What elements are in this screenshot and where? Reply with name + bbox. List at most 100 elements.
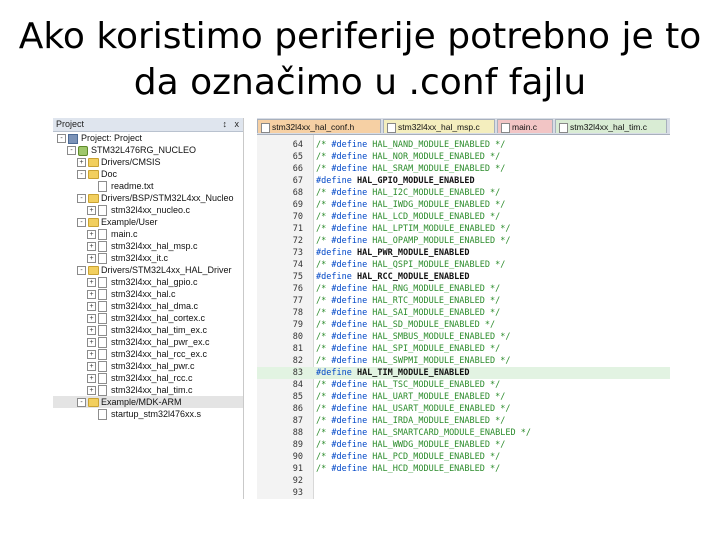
tree-item[interactable]: + main.c <box>53 228 243 240</box>
preprocessor-directive: #define <box>331 164 368 174</box>
tree-item[interactable]: + stm32l4xx_hal_tim_ex.c <box>53 324 243 336</box>
collapse-toggle[interactable]: - <box>77 398 86 407</box>
collapse-toggle[interactable]: - <box>77 266 86 275</box>
code-line[interactable]: 66 /* #define HAL_SRAM_MODULE_ENABLED */ <box>257 163 670 175</box>
collapse-toggle[interactable]: - <box>77 218 86 227</box>
tree-item[interactable]: + stm32l4xx_hal.c <box>53 288 243 300</box>
code-line[interactable]: 87 /* #define HAL_IRDA_MODULE_ENABLED */ <box>257 415 670 427</box>
expand-toggle[interactable]: + <box>87 362 96 371</box>
expand-toggle[interactable]: + <box>87 278 96 287</box>
tree-item[interactable]: + Drivers/CMSIS <box>53 156 243 168</box>
collapse-toggle[interactable]: - <box>77 170 86 179</box>
tree-item[interactable]: - Example/MDK-ARM <box>53 396 243 408</box>
tree-item[interactable]: + stm32l4xx_it.c <box>53 252 243 264</box>
code-line[interactable]: 64 /* #define HAL_NAND_MODULE_ENABLED */ <box>257 139 670 151</box>
expand-toggle[interactable]: + <box>87 386 96 395</box>
project-icon <box>68 134 78 144</box>
preprocessor-directive: #define <box>316 176 352 186</box>
tree-item[interactable]: + stm32l4xx_nucleo.c <box>53 204 243 216</box>
tree-item[interactable]: + stm32l4xx_hal_msp.c <box>53 240 243 252</box>
line-number: 87 <box>292 416 303 426</box>
code-line[interactable]: 79 /* #define HAL_SD_MODULE_ENABLED */ <box>257 319 670 331</box>
expand-toggle[interactable]: + <box>87 206 96 215</box>
tree-item[interactable]: + stm32l4xx_hal_pwr.c <box>53 360 243 372</box>
tree-item[interactable]: + stm32l4xx_hal_pwr_ex.c <box>53 336 243 348</box>
expand-toggle[interactable]: + <box>87 242 96 251</box>
code-line[interactable]: 91 /* #define HAL_HCD_MODULE_ENABLED */ <box>257 463 670 475</box>
tree-item[interactable]: + stm32l4xx_hal_rcc.c <box>53 372 243 384</box>
tab-stm32l4xx-hal-msp-c[interactable]: stm32l4xx_hal_msp.c <box>383 119 495 133</box>
expand-toggle[interactable]: + <box>87 374 96 383</box>
code-line[interactable]: 65 /* #define HAL_NOR_MODULE_ENABLED */ <box>257 151 670 163</box>
preprocessor-directive: #define <box>331 416 368 426</box>
code-line[interactable]: 89 /* #define HAL_WWDG_MODULE_ENABLED */ <box>257 439 670 451</box>
tree-item[interactable]: - Example/User <box>53 216 243 228</box>
preprocessor-directive: #define <box>331 236 368 246</box>
expand-toggle[interactable]: + <box>87 230 96 239</box>
expand-toggle[interactable]: + <box>87 302 96 311</box>
tab-stm32l4xx-hal-tim-c[interactable]: stm32l4xx_hal_tim.c <box>555 119 667 133</box>
preprocessor-directive: #define <box>316 368 352 378</box>
expand-toggle[interactable]: + <box>87 314 96 323</box>
tree-item[interactable]: + stm32l4xx_hal_tim.c <box>53 384 243 396</box>
code-comment: /* <box>316 344 332 354</box>
expand-toggle[interactable]: + <box>87 254 96 263</box>
code-line[interactable]: 81 /* #define HAL_SPI_MODULE_ENABLED */ <box>257 343 670 355</box>
code-line[interactable]: 68 /* #define HAL_I2C_MODULE_ENABLED */ <box>257 187 670 199</box>
tree-item[interactable]: + stm32l4xx_hal_cortex.c <box>53 312 243 324</box>
tree-item[interactable]: + stm32l4xx_hal_dma.c <box>53 300 243 312</box>
code-line[interactable]: 71 /* #define HAL_LPTIM_MODULE_ENABLED */ <box>257 223 670 235</box>
code-comment: /* <box>316 440 332 450</box>
code-line[interactable]: 85 /* #define HAL_UART_MODULE_ENABLED */ <box>257 391 670 403</box>
expand-toggle[interactable]: + <box>87 338 96 347</box>
code-line[interactable]: 82 /* #define HAL_SWPMI_MODULE_ENABLED */ <box>257 355 670 367</box>
collapse-toggle[interactable]: - <box>77 194 86 203</box>
close-icon[interactable]: x <box>235 118 240 131</box>
collapse-toggle[interactable]: - <box>57 134 66 143</box>
code-line[interactable]: 67 #define HAL_GPIO_MODULE_ENABLED <box>257 175 670 187</box>
code-line[interactable]: 88 /* #define HAL_SMARTCARD_MODULE_ENABLE… <box>257 427 670 439</box>
pin-icon[interactable]: ↕ <box>223 118 228 131</box>
code-line[interactable]: 78 /* #define HAL_SAI_MODULE_ENABLED */ <box>257 307 670 319</box>
tree-item[interactable]: - Doc <box>53 168 243 180</box>
tree-item-label: stm32l4xx_nucleo.c <box>111 205 191 215</box>
code-line[interactable]: 84 /* #define HAL_TSC_MODULE_ENABLED */ <box>257 379 670 391</box>
code-line[interactable]: 75 #define HAL_RCC_MODULE_ENABLED <box>257 271 670 283</box>
tab-main-c[interactable]: main.c <box>497 119 553 133</box>
code-area[interactable]: 64/* #define HAL_NAND_MODULE_ENABLED */6… <box>257 139 670 499</box>
tree-item[interactable]: - Drivers/STM32L4xx_HAL_Driver <box>53 264 243 276</box>
code-line[interactable]: 76 /* #define HAL_RNG_MODULE_ENABLED */ <box>257 283 670 295</box>
collapse-toggle[interactable]: - <box>67 146 76 155</box>
code-text: /* #define HAL_SAI_MODULE_ENABLED */ <box>316 307 500 319</box>
tree-item[interactable]: + stm32l4xx_hal_rcc_ex.c <box>53 348 243 360</box>
code-comment: HAL_USART_MODULE_ENABLED */ <box>367 404 511 414</box>
code-line[interactable]: 83 #define HAL_TIM_MODULE_ENABLED <box>257 367 670 379</box>
code-line[interactable]: 93 <box>257 487 670 499</box>
tree-item[interactable]: + stm32l4xx_hal_gpio.c <box>53 276 243 288</box>
code-line[interactable]: 77 /* #define HAL_RTC_MODULE_ENABLED */ <box>257 295 670 307</box>
code-line[interactable]: 74 /* #define HAL_QSPI_MODULE_ENABLED */ <box>257 259 670 271</box>
line-number: 91 <box>292 464 303 474</box>
tree-item[interactable]: - Drivers/BSP/STM32L4xx_Nucleo <box>53 192 243 204</box>
tree-item[interactable]: readme.txt <box>53 180 243 192</box>
expand-toggle[interactable]: + <box>77 158 86 167</box>
file-icon <box>98 325 107 336</box>
code-line[interactable]: 80 /* #define HAL_SMBUS_MODULE_ENABLED */ <box>257 331 670 343</box>
code-line[interactable]: 92 <box>257 475 670 487</box>
tab-stm32l4xx-hal-conf-h[interactable]: stm32l4xx_hal_conf.h <box>257 119 381 133</box>
code-comment: HAL_PCD_MODULE_ENABLED */ <box>367 452 501 462</box>
expand-toggle[interactable]: + <box>87 350 96 359</box>
tree-item[interactable]: startup_stm32l476xx.s <box>53 408 243 420</box>
expand-toggle[interactable]: + <box>87 326 96 335</box>
tree-item[interactable]: - Project: Project <box>53 132 243 144</box>
expand-toggle[interactable]: + <box>87 290 96 299</box>
code-line[interactable]: 69 /* #define HAL_IWDG_MODULE_ENABLED */ <box>257 199 670 211</box>
code-line[interactable]: 86 /* #define HAL_USART_MODULE_ENABLED */ <box>257 403 670 415</box>
code-line[interactable]: 73 #define HAL_PWR_MODULE_ENABLED <box>257 247 670 259</box>
code-line[interactable]: 72 /* #define HAL_OPAMP_MODULE_ENABLED */ <box>257 235 670 247</box>
ide-screenshot: Project ↕ x - Project: Project - STM32L476R… <box>53 118 670 499</box>
line-number: 69 <box>292 200 303 210</box>
tree-item[interactable]: - STM32L476RG_NUCLEO <box>53 144 243 156</box>
code-line[interactable]: 70 /* #define HAL_LCD_MODULE_ENABLED */ <box>257 211 670 223</box>
code-line[interactable]: 90 /* #define HAL_PCD_MODULE_ENABLED */ <box>257 451 670 463</box>
